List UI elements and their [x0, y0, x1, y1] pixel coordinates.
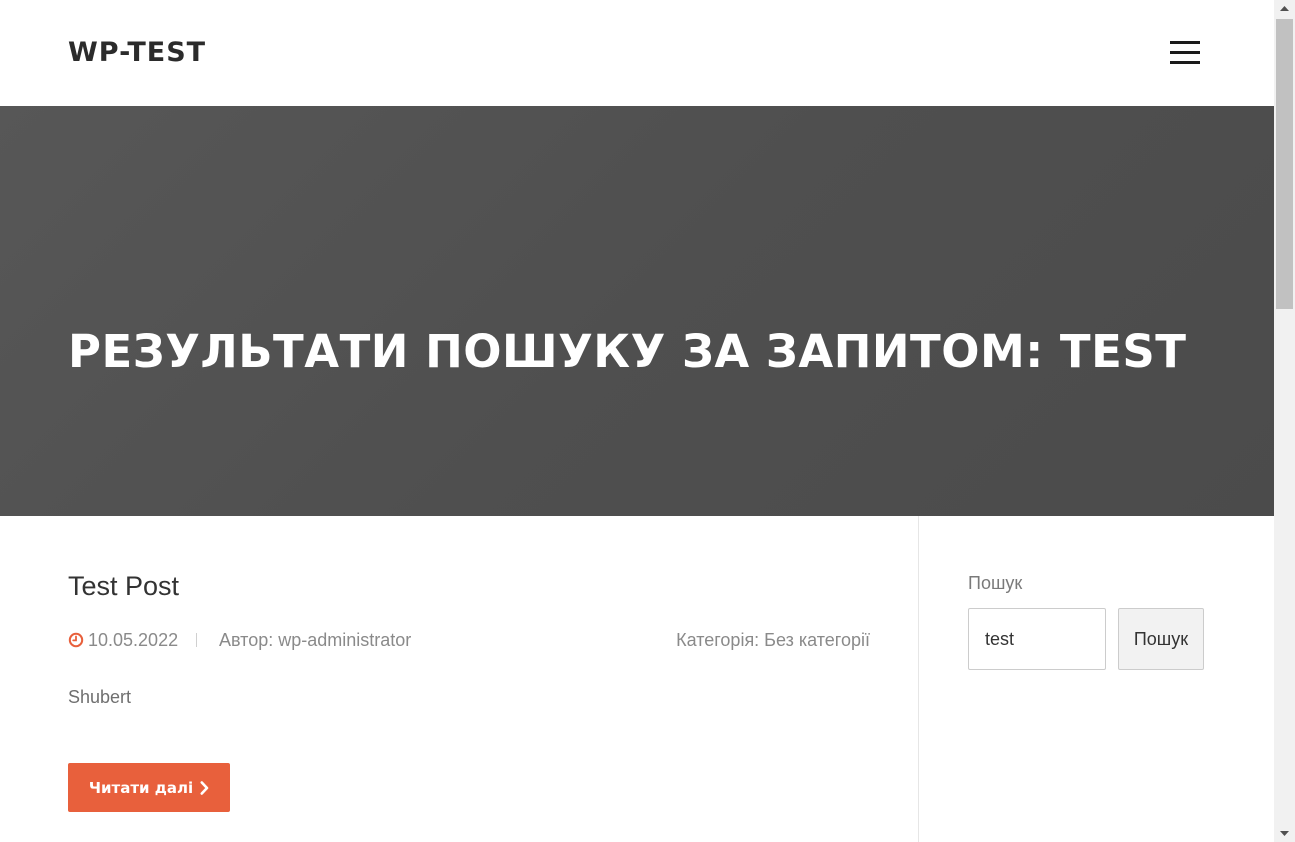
content-divider [918, 516, 919, 842]
post-excerpt: Shubert [68, 687, 132, 707]
scrollbar-thumb[interactable] [1276, 19, 1293, 309]
scroll-down-arrow-icon[interactable] [1274, 825, 1295, 842]
page-hero: РЕЗУЛЬТАТИ ПОШУКУ ЗА ЗАПИТОМ: TEST [0, 106, 1274, 516]
post-author-link[interactable]: Автор: wp-administrator [219, 628, 411, 652]
site-header: WP-TEST [0, 0, 1274, 106]
post-date-text: 10.05.2022 [88, 630, 179, 650]
search-button[interactable]: Пошук [1118, 608, 1204, 670]
post-meta: 10.05.2022 Автор: wp-administrator Катег… [68, 628, 870, 652]
post-date[interactable]: 10.05.2022 [68, 628, 178, 652]
read-more-button[interactable]: Читати далі [68, 763, 230, 812]
hamburger-menu-icon[interactable] [1167, 38, 1201, 68]
main-content: Test Post 10.05.2022 Автор: wp-administr… [0, 516, 1274, 842]
chevron-right-icon [200, 780, 209, 795]
page-scrollbar[interactable] [1274, 0, 1295, 842]
scroll-up-arrow-icon[interactable] [1274, 0, 1295, 17]
menu-bar [1170, 51, 1200, 54]
menu-bar [1170, 61, 1200, 64]
page: WP-TEST РЕЗУЛЬТАТИ ПОШУКУ ЗА ЗАПИТОМ: TE… [0, 0, 1274, 842]
clock-icon [68, 632, 84, 648]
search-widget-title: Пошук [968, 573, 1023, 593]
read-more-label: Читати далі [88, 778, 194, 797]
page-title: РЕЗУЛЬТАТИ ПОШУКУ ЗА ЗАПИТОМ: TEST [68, 325, 1187, 378]
meta-separator [196, 633, 197, 647]
site-title-link[interactable]: WP-TEST [68, 35, 206, 71]
search-input[interactable] [968, 608, 1106, 670]
post-title-link[interactable]: Test Post [68, 568, 179, 604]
post-category-link[interactable]: Категорія: Без категорії [676, 628, 870, 652]
menu-bar [1170, 41, 1200, 44]
